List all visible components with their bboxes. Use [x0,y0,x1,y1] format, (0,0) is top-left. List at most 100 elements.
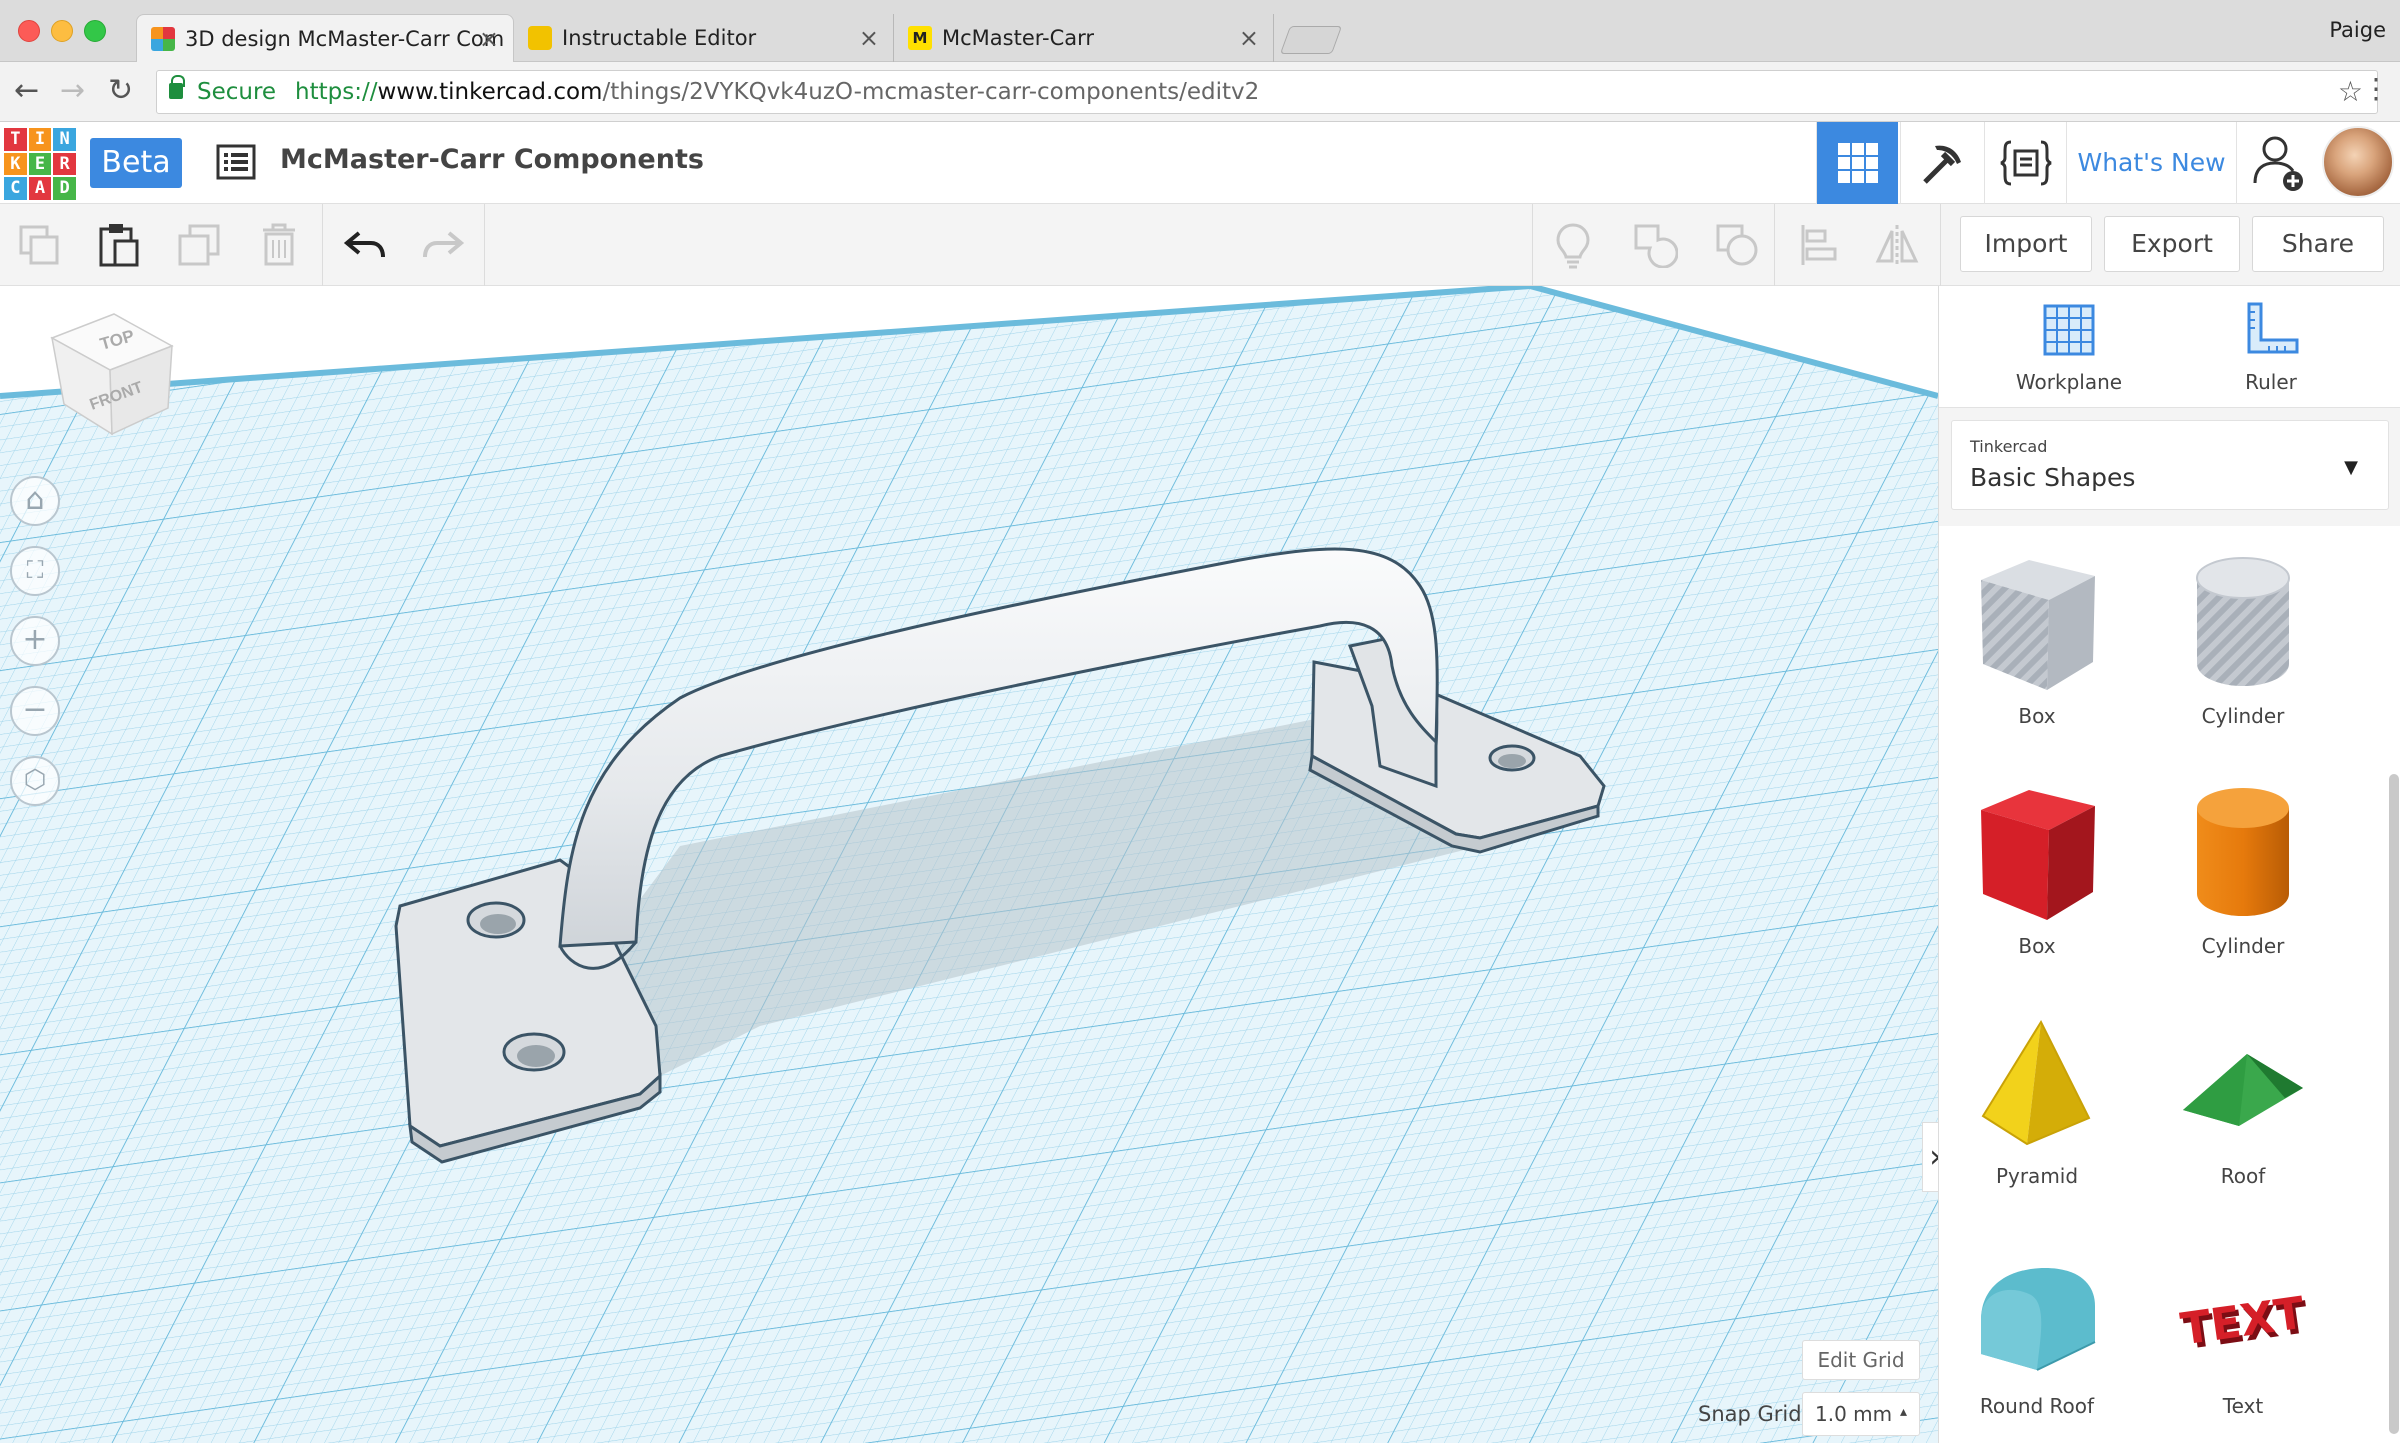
align-icon [1801,225,1837,265]
browser-tab-instructables[interactable]: Instructable Editor × [514,14,894,62]
logo-letter-n: N [53,128,76,151]
pyramid-icon [1981,1019,2091,1146]
fit-to-view-icon: ⛶ [26,556,44,584]
paste-button[interactable] [94,220,144,270]
shape-cylinder[interactable]: Cylinder [2163,784,2323,958]
url-scheme: https:// [295,79,378,105]
delete-button[interactable] [254,220,304,270]
3d-view-button[interactable] [1816,122,1898,204]
toolbar-divider [322,204,323,286]
snap-grid-select[interactable]: 1.0 mm ▴ [1802,1392,1920,1436]
zoom-out-button[interactable]: − [10,686,60,736]
caret-up-icon: ▴ [1899,1404,1907,1420]
trash-icon [263,223,295,266]
3d-viewport[interactable]: TOP FRONT ⌂ ⛶ + − ⬡ › Edit Grid Snap Gri… [0,286,1938,1443]
collapse-panel-button[interactable]: › [1922,1122,1938,1192]
lightbulb-icon [1556,223,1590,269]
reload-icon[interactable]: ↻ [108,74,133,108]
perspective-toggle-button[interactable]: ⬡ [10,756,60,806]
user-avatar[interactable] [2322,126,2394,198]
forward-arrow-icon[interactable]: → [60,74,85,108]
ungroup-button[interactable] [1712,220,1762,270]
mirror-icon [1875,225,1919,265]
codeblocks-icon [2000,140,2051,186]
library-vendor: Tinkercad [1970,437,2048,456]
shape-cylinder-hole[interactable]: Cylinder [2163,554,2323,728]
undo-icon [343,231,385,258]
shape-box-hole[interactable]: Box [1957,554,2117,728]
cylinder-orange-icon [2197,788,2289,916]
shapes-grid: Box Cylinder Box Cylinder Pyramid Roof R… [1939,526,2400,1443]
close-icon[interactable]: × [1239,14,1259,62]
ruler-tool[interactable]: Ruler [2201,300,2341,394]
workplane-scene[interactable] [0,286,1938,1443]
design-list-icon[interactable] [216,144,256,180]
shape-library-select[interactable]: Tinkercad Basic Shapes ▼ [1951,420,2389,510]
caret-down-icon: ▼ [2344,457,2358,478]
browser-tab-tinkercad[interactable]: 3D design McMaster-Carr Com × [136,14,514,63]
export-button[interactable]: Export [2104,216,2240,272]
redo-button[interactable] [418,220,468,270]
close-window-button[interactable] [18,20,40,42]
whats-new-link[interactable]: What's New [2066,122,2236,204]
workplane-tool[interactable]: Workplane [1999,300,2139,394]
shape-roof[interactable]: Roof [2163,1014,2323,1188]
notes-button[interactable] [1548,220,1598,270]
duplicate-button[interactable] [174,220,224,270]
bookmark-star-icon[interactable]: ☆ [2338,71,2363,113]
align-button[interactable] [1794,220,1844,270]
new-tab-button[interactable] [1279,26,1343,54]
minimize-window-button[interactable] [51,20,73,42]
shape-label: Text [2222,1394,2264,1418]
url-text: https://www.tinkercad.com/things/2VYKQvk… [295,71,1259,113]
clipboard-icon [99,224,139,267]
maximize-window-button[interactable] [84,20,106,42]
logo-letter-t: T [4,128,27,151]
design-title[interactable]: McMaster-Carr Components [280,144,704,175]
undo-button[interactable] [340,220,390,270]
tab-title: McMaster-Carr [942,26,1095,50]
edit-grid-button[interactable]: Edit Grid [1802,1340,1920,1380]
group-button[interactable] [1630,220,1680,270]
group-icon [1634,224,1678,268]
bricks-view-button[interactable] [1900,122,1982,204]
import-button[interactable]: Import [1960,216,2092,272]
home-icon: ⌂ [25,482,45,517]
shape-round-roof[interactable]: Round Roof [1957,1244,2117,1418]
tinkercad-logo[interactable]: TIN KER CAD [4,128,76,200]
url-input[interactable]: Secure https://www.tinkercad.com/things/… [156,70,2378,114]
back-arrow-icon[interactable]: ← [14,74,39,108]
close-icon[interactable]: × [859,14,879,62]
view-cube[interactable]: TOP FRONT [44,308,174,438]
share-button[interactable]: Share [2252,216,2384,272]
shape-label: Pyramid [1995,1164,2079,1188]
panel-tools: Workplane Ruler [1939,286,2400,408]
app-header: TIN KER CAD Beta McMaster-Carr Components [0,122,2400,204]
secure-label: Secure [197,79,277,105]
shape-box[interactable]: Box [1957,784,2117,958]
panel-scrollbar[interactable] [2389,774,2399,1434]
home-view-button[interactable]: ⌂ [10,476,60,526]
toolbar-divider [1532,204,1533,286]
logo-letter-c: C [4,177,27,200]
browser-menu-icon[interactable]: ⋮ [2362,74,2390,104]
beta-badge[interactable]: Beta [90,138,182,188]
box-hole-icon [1981,560,2095,690]
shape-pyramid[interactable]: Pyramid [1957,1014,2117,1188]
toolbar-divider [484,204,485,286]
ruler-label: Ruler [2245,370,2297,394]
zoom-in-button[interactable]: + [10,616,60,666]
minus-icon: − [22,692,48,727]
copy-button[interactable] [14,220,64,270]
invite-user-button[interactable] [2236,122,2320,204]
cube-outline-icon: ⬡ [23,765,47,795]
codeblocks-button[interactable] [1984,122,2066,204]
logo-letter-i: I [28,128,52,151]
browser-profile-name[interactable]: Paige [2329,18,2386,42]
shape-text[interactable]: TEXT TEXT Text [2163,1244,2323,1418]
browser-tab-mcmaster[interactable]: M McMaster-Carr × [894,14,1274,62]
logo-letter-e: E [28,152,52,176]
close-icon[interactable]: × [479,15,499,63]
mirror-button[interactable] [1872,220,1922,270]
fit-view-button[interactable]: ⛶ [10,546,60,596]
